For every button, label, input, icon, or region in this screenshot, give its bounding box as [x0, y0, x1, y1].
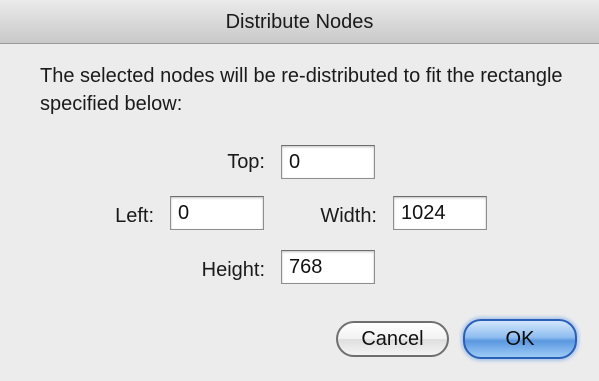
width-field[interactable]	[393, 196, 487, 230]
title-bar[interactable]: Distribute Nodes	[0, 0, 599, 44]
top-label: Top:	[227, 151, 265, 173]
height-label: Height:	[201, 259, 265, 281]
dialog-message: The selected nodes will be re-distribute…	[40, 65, 563, 115]
ok-button[interactable]: OK	[463, 319, 577, 359]
dialog-title: Distribute Nodes	[225, 11, 374, 33]
distribute-nodes-dialog: Distribute Nodes The selected nodes will…	[0, 0, 599, 381]
width-label: Width:	[320, 205, 377, 227]
height-field[interactable]	[281, 250, 375, 284]
left-label: Left:	[115, 205, 154, 227]
top-field[interactable]	[281, 145, 375, 179]
left-field[interactable]	[170, 196, 264, 230]
cancel-button[interactable]: Cancel	[336, 321, 449, 357]
